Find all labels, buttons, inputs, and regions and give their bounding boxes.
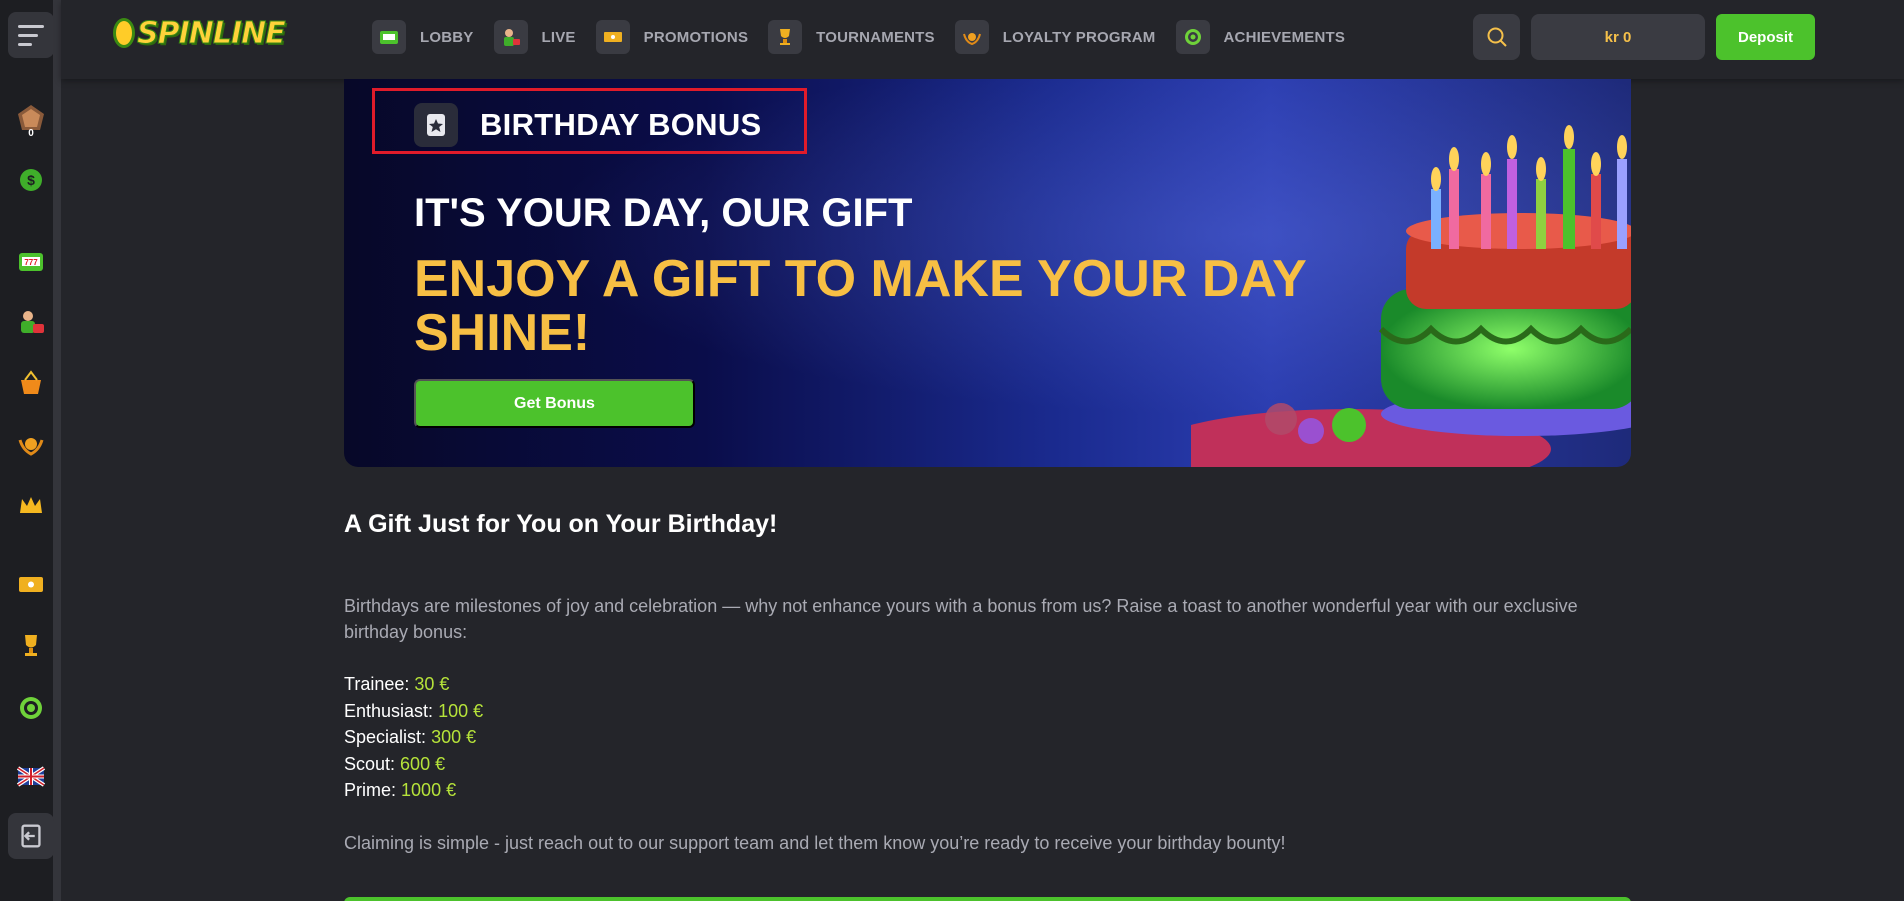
content-heading: A Gift Just for You on Your Birthday! <box>344 510 778 538</box>
tier-row: Scout: 600 € <box>344 751 1631 778</box>
tier-name: Trainee: <box>344 674 410 694</box>
tier-amount: 30 € <box>414 674 450 694</box>
tier-amount: 600 € <box>400 753 446 774</box>
ticket-icon <box>595 20 630 54</box>
sidebar-item-vip[interactable] <box>8 482 54 528</box>
sidebar-item-promotions[interactable] <box>8 360 54 406</box>
tier-amount: 300 € <box>431 727 477 747</box>
coin-icon <box>113 18 135 48</box>
sidebar-item-tickets[interactable] <box>8 561 54 607</box>
nav-live[interactable]: LIVE <box>493 20 576 54</box>
main-nav: LOBBY LIVE PROMOTIONS TOURNAMENTS LOYALT… <box>372 20 1365 54</box>
basket-icon <box>21 370 41 394</box>
nav-loyalty-program[interactable]: LOYALTY PROGRAM <box>954 20 1156 54</box>
nav-label: ACHIEVEMENTS <box>1223 28 1346 46</box>
tier-name: Prime: <box>344 780 397 800</box>
sidebar-item-cashier[interactable]: $ <box>8 157 54 203</box>
live-dealer-icon <box>21 311 44 333</box>
menu-button[interactable] <box>8 12 54 58</box>
sidebar-item-lobby[interactable]: 777 <box>8 238 54 284</box>
sidebar: 0 $ 777 <box>0 0 61 901</box>
balance-display[interactable]: kr 0 <box>1531 14 1705 60</box>
sidebar-item-tournaments[interactable] <box>8 622 54 668</box>
logout-button[interactable] <box>8 813 54 859</box>
logo-text: SPINLINE <box>137 15 287 51</box>
banner-title: BIRTHDAY BONUS <box>414 103 762 147</box>
sidebar-item-live[interactable] <box>8 299 54 345</box>
get-bonus-button[interactable]: Get Bonus <box>414 379 695 428</box>
uk-flag-icon <box>16 766 46 787</box>
spinline-logo[interactable]: SPINLINE <box>113 8 287 58</box>
nav-lobby[interactable]: LOBBY <box>372 20 474 54</box>
nav-label: LIVE <box>541 28 576 46</box>
nav-label: PROMOTIONS <box>643 28 749 46</box>
logout-icon <box>21 824 41 848</box>
hamburger-icon <box>18 22 44 49</box>
ticket-icon <box>19 577 43 592</box>
nav-achievements[interactable]: ACHIEVEMENTS <box>1175 20 1346 54</box>
outro-paragraph: Claiming is simple - just reach out to o… <box>344 832 1286 853</box>
tier-row: Enthusiast: 100 € <box>344 698 1631 725</box>
tier-name: Specialist: <box>344 727 427 747</box>
tier-list: Trainee: 30 € Enthusiast: 100 € Speciali… <box>344 671 1631 804</box>
slot-machine-icon <box>372 20 406 54</box>
tier-name: Scout: <box>344 753 396 774</box>
tier-amount: 100 € <box>438 700 484 721</box>
language-selector[interactable] <box>8 753 54 799</box>
top-header: SPINLINE LOBBY LIVE PROMOTIONS TOURNAMEN… <box>61 0 1904 79</box>
nav-tournaments[interactable]: TOURNAMENTS <box>768 20 935 54</box>
banner-subtitle: IT'S YOUR DAY, OUR GIFT <box>414 191 913 235</box>
bottom-action-bar[interactable] <box>344 897 1631 901</box>
nav-label: LOYALTY PROGRAM <box>1002 28 1156 46</box>
deposit-button[interactable]: Deposit <box>1716 14 1815 60</box>
nav-label: LOBBY <box>420 28 474 46</box>
sidebar-item-achievements[interactable] <box>8 685 54 731</box>
tier-row: Prime: 1000 € <box>344 777 1631 804</box>
nav-promotions[interactable]: PROMOTIONS <box>595 20 749 54</box>
banner-title-text: BIRTHDAY BONUS <box>480 107 762 142</box>
banner-headline: ENJOY A GIFT TO MAKE YOUR DAY SHINE! <box>414 250 1306 362</box>
intro-paragraph: Birthdays are milestones of joy and cele… <box>344 596 1578 642</box>
target-icon <box>20 697 42 719</box>
target-icon <box>1175 20 1210 54</box>
tier-row: Specialist: 300 € <box>344 724 1631 751</box>
search-button[interactable] <box>1473 14 1520 60</box>
slot-machine-icon: 777 <box>19 253 43 271</box>
tier-amount: 1000 € <box>401 780 457 800</box>
bonus-description: A Gift Just for You on Your Birthday! Bi… <box>344 510 1631 856</box>
rank-badge[interactable]: 0 <box>8 95 54 141</box>
svg-text:$: $ <box>27 172 35 188</box>
laurel-badge-icon <box>18 438 44 456</box>
crown-icon <box>20 497 42 513</box>
rank-count: 0 <box>28 128 34 139</box>
svg-text:777: 777 <box>24 258 38 267</box>
trophy-icon <box>25 635 37 656</box>
promo-banner: BIRTHDAY BONUS IT'S YOUR DAY, OUR GIFT E… <box>344 79 1631 467</box>
tier-name: Enthusiast: <box>344 700 434 721</box>
star-card-icon <box>414 103 458 147</box>
trophy-icon <box>768 20 803 54</box>
live-dealer-icon <box>493 20 528 54</box>
nav-label: TOURNAMENTS <box>816 28 935 46</box>
search-icon <box>1487 27 1507 47</box>
laurel-badge-icon <box>954 20 989 54</box>
dollar-coin-icon: $ <box>20 169 42 191</box>
tier-row: Trainee: 30 € <box>344 671 1631 698</box>
sidebar-item-loyalty[interactable] <box>8 421 54 467</box>
